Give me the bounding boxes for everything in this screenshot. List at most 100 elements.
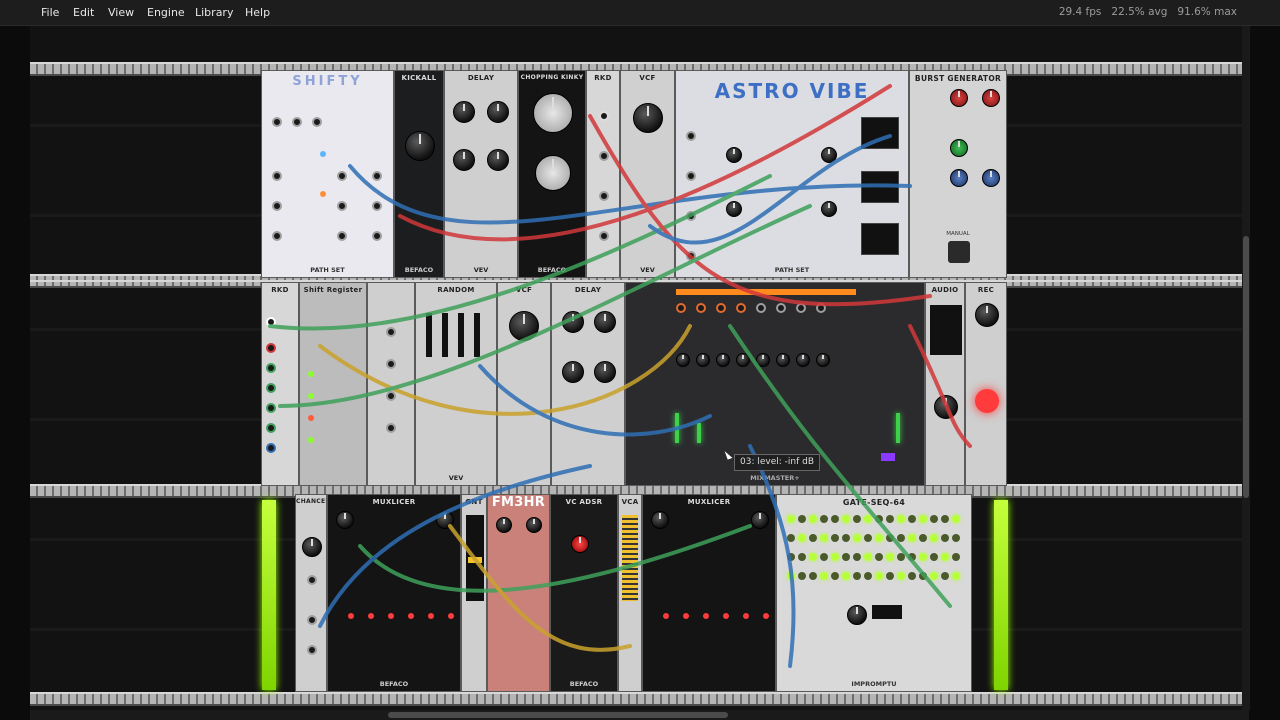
gate-step[interactable]	[831, 572, 839, 580]
module-audio[interactable]: AUDIO	[925, 282, 965, 486]
rack-canvas[interactable]: SHIFTY PATH SET KICKALL BEFACO DELAY VEV…	[30, 26, 1249, 710]
gate-step[interactable]	[787, 534, 795, 542]
module-random[interactable]: RANDOM VEV	[415, 282, 497, 486]
menu-help[interactable]: Help	[245, 6, 270, 19]
gate-step[interactable]	[897, 534, 905, 542]
module-vcf-2[interactable]: VCF	[497, 282, 551, 486]
gate-step[interactable]	[831, 515, 839, 523]
module-muxlicer[interactable]: MUXLICER BEFACO	[327, 494, 461, 692]
menu-library[interactable]: Library	[195, 6, 233, 19]
gate-step[interactable]	[886, 534, 894, 542]
gate-step[interactable]	[820, 572, 828, 580]
gate-step[interactable]	[886, 553, 894, 561]
gate-step[interactable]	[820, 515, 828, 523]
gate-step[interactable]	[820, 553, 828, 561]
menu-view[interactable]: View	[108, 6, 134, 19]
gate-step[interactable]	[886, 515, 894, 523]
module-vc-adsr[interactable]: VC ADSR BEFACO	[550, 494, 618, 692]
gate-step[interactable]	[897, 515, 905, 523]
gate-step[interactable]	[952, 534, 960, 542]
module-shift-register[interactable]: Shift Register	[299, 282, 367, 486]
module-gnt[interactable]: GNT	[461, 494, 487, 692]
gate-step[interactable]	[908, 534, 916, 542]
gate-step[interactable]	[798, 534, 806, 542]
gate-step[interactable]	[952, 515, 960, 523]
gate-step[interactable]	[842, 534, 850, 542]
module-chopping-kinky[interactable]: CHOPPING KINKY BEFACO	[518, 70, 586, 278]
menu-edit[interactable]: Edit	[73, 6, 94, 19]
gate-step[interactable]	[864, 572, 872, 580]
gate-step[interactable]	[919, 572, 927, 580]
gate-step[interactable]	[930, 534, 938, 542]
gate-step[interactable]	[875, 553, 883, 561]
gate-step[interactable]	[787, 553, 795, 561]
gate-step[interactable]	[952, 553, 960, 561]
gate-step[interactable]	[853, 572, 861, 580]
gate-step[interactable]	[864, 515, 872, 523]
gate-step[interactable]	[853, 553, 861, 561]
gate-step[interactable]	[908, 553, 916, 561]
gate-step[interactable]	[875, 515, 883, 523]
gate-step[interactable]	[919, 553, 927, 561]
gate-step[interactable]	[798, 515, 806, 523]
manual-button[interactable]	[948, 241, 970, 263]
gate-step[interactable]	[787, 572, 795, 580]
gate-step[interactable]	[919, 534, 927, 542]
gate-step[interactable]	[919, 515, 927, 523]
gate-step[interactable]	[930, 572, 938, 580]
gate-step[interactable]	[809, 553, 817, 561]
gate-step[interactable]	[908, 515, 916, 523]
gate-step[interactable]	[864, 553, 872, 561]
record-button[interactable]	[975, 389, 999, 413]
scroll-thumb[interactable]	[1243, 236, 1249, 498]
gate-step[interactable]	[886, 572, 894, 580]
gate-step[interactable]	[809, 515, 817, 523]
module-rkd-bottom[interactable]: RKD	[261, 282, 299, 486]
gate-step[interactable]	[941, 515, 949, 523]
gate-step[interactable]	[842, 553, 850, 561]
menu-file[interactable]: File	[41, 6, 59, 19]
module-fm3hr[interactable]: FM3HR	[487, 494, 550, 692]
scroll-thumb[interactable]	[388, 712, 728, 718]
module-burst-generator[interactable]: BURST GENERATOR MANUAL	[909, 70, 1007, 278]
module-rec[interactable]: REC	[965, 282, 1007, 486]
gate-step[interactable]	[897, 553, 905, 561]
module-switch[interactable]	[367, 282, 415, 486]
module-rkd-top[interactable]: RKD	[586, 70, 620, 278]
gate-step[interactable]	[897, 572, 905, 580]
gate-step[interactable]	[787, 515, 795, 523]
mute-button[interactable]	[881, 453, 895, 461]
gate-step[interactable]	[809, 534, 817, 542]
module-vca[interactable]: VCA	[618, 494, 642, 692]
module-kickall[interactable]: KICKALL BEFACO	[394, 70, 444, 278]
gate-grid[interactable]	[787, 515, 963, 591]
module-delay[interactable]: DELAY VEV	[444, 70, 518, 278]
gate-step[interactable]	[842, 572, 850, 580]
gate-step[interactable]	[831, 534, 839, 542]
vertical-scrollbar[interactable]	[1242, 26, 1250, 710]
module-astrovibe[interactable]: ASTRO VIBE PATH SET	[675, 70, 909, 278]
gate-step[interactable]	[853, 534, 861, 542]
gate-step[interactable]	[941, 572, 949, 580]
gate-step[interactable]	[930, 553, 938, 561]
gate-step[interactable]	[908, 572, 916, 580]
module-vcf[interactable]: VCF VEV	[620, 70, 675, 278]
menu-engine[interactable]: Engine	[147, 6, 185, 19]
gate-step[interactable]	[820, 534, 828, 542]
module-shifty[interactable]: SHIFTY PATH SET	[261, 70, 394, 278]
gate-step[interactable]	[842, 515, 850, 523]
gate-step[interactable]	[941, 553, 949, 561]
gate-step[interactable]	[809, 572, 817, 580]
gate-step[interactable]	[853, 515, 861, 523]
gate-step[interactable]	[831, 553, 839, 561]
gate-step[interactable]	[941, 534, 949, 542]
module-chances[interactable]: CHANCES	[295, 494, 327, 692]
gate-step[interactable]	[930, 515, 938, 523]
gate-step[interactable]	[798, 572, 806, 580]
gate-step[interactable]	[875, 534, 883, 542]
horizontal-scrollbar[interactable]	[30, 710, 1249, 720]
module-delay-2[interactable]: DELAY	[551, 282, 625, 486]
module-muxlicer-2[interactable]: MUXLICER	[642, 494, 776, 692]
gate-step[interactable]	[864, 534, 872, 542]
gate-step[interactable]	[875, 572, 883, 580]
